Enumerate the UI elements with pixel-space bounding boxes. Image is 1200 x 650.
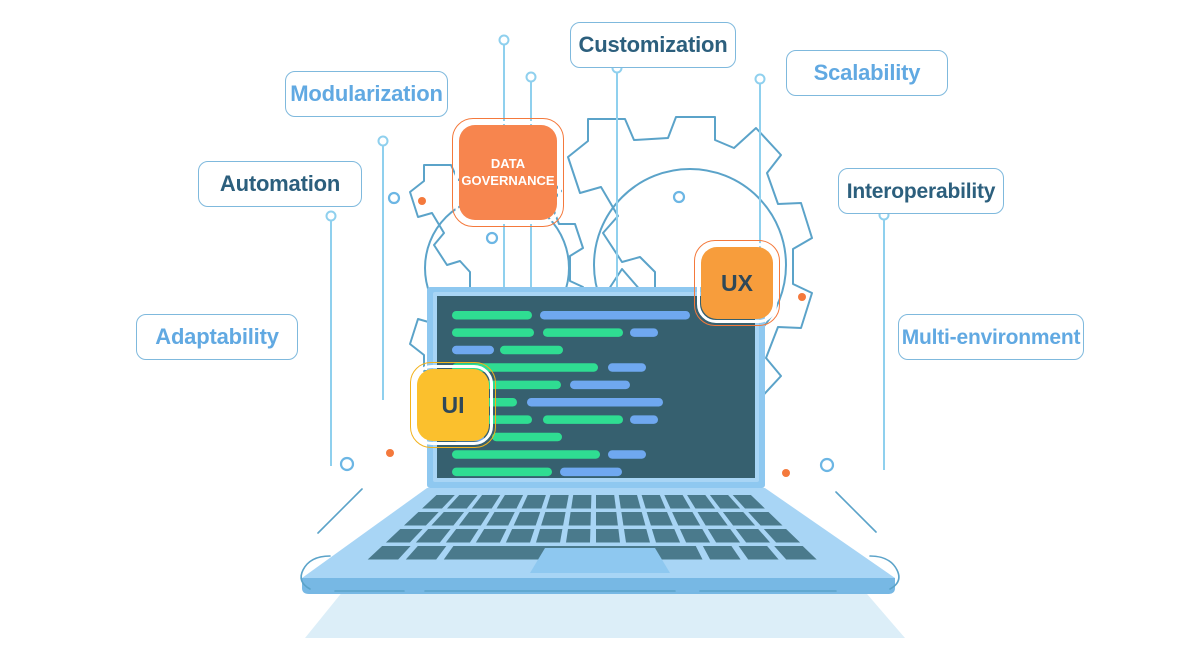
code-line-6-2	[527, 398, 663, 407]
card-label: UX	[721, 269, 753, 296]
keyboard-key	[596, 495, 616, 509]
laptop	[302, 287, 895, 594]
keyboard-key	[624, 529, 650, 543]
card-data-governance[interactable]: DATA GOVERNANCE	[452, 118, 564, 227]
code-line-7-2	[543, 415, 623, 424]
conn-9	[878, 209, 890, 470]
keyboard-key	[566, 529, 591, 543]
label-text: Multi-environment	[901, 325, 1081, 349]
keyboard-key	[596, 512, 618, 526]
keyboard-key	[571, 495, 592, 509]
conn-7	[611, 62, 623, 300]
label-multi-environment[interactable]: Multi-environment	[898, 314, 1084, 360]
dot-4	[672, 190, 686, 204]
code-line-3-2	[500, 345, 563, 355]
label-text: Interoperability	[846, 179, 996, 203]
label-adaptability[interactable]: Adaptability	[136, 314, 298, 360]
label-scalability[interactable]: Scalability	[786, 50, 948, 96]
keyboard-key	[596, 529, 620, 543]
code-line-1-2	[540, 311, 690, 320]
infographic-canvas: Modularization Customization Scalability…	[0, 0, 1200, 650]
code-line-1-1	[452, 311, 532, 320]
label-text: Automation	[219, 171, 341, 196]
label-interoperability[interactable]: Interoperability	[838, 168, 1004, 214]
dot-1	[418, 197, 426, 205]
code-line-5-2	[570, 380, 630, 390]
dot-5	[798, 293, 806, 301]
card-ux[interactable]: UX	[694, 240, 780, 326]
connector-endpoint	[377, 135, 389, 147]
conn-1	[498, 34, 510, 130]
label-text: Adaptability	[155, 324, 279, 349]
connector-endpoint	[754, 73, 766, 85]
label-text: Modularization	[290, 81, 443, 106]
card-label: DATA GOVERNANCE	[461, 156, 554, 189]
code-line-10-2	[560, 467, 622, 477]
keyboard-key	[536, 529, 563, 543]
code-line-2-3	[630, 328, 658, 337]
keyboard-key	[568, 512, 591, 526]
code-line-2-1	[452, 328, 534, 337]
dot-9	[782, 469, 790, 477]
code-line-8-2	[492, 432, 562, 442]
card-label-line2: GOVERNANCE	[461, 172, 555, 188]
label-automation[interactable]: Automation	[198, 161, 362, 207]
keyboard-key	[618, 495, 641, 509]
conn-3	[377, 135, 389, 400]
card-ui[interactable]: UI	[410, 362, 496, 448]
dot-8	[819, 457, 835, 473]
label-text: Customization	[578, 32, 728, 57]
code-line-4-2	[608, 363, 646, 372]
keyboard-key	[621, 512, 646, 526]
card-label: UI	[441, 391, 465, 418]
code-line-7-3	[630, 415, 658, 424]
conn-4	[325, 210, 337, 466]
connector-endpoint	[498, 34, 510, 46]
card-label-line1: DATA	[490, 156, 526, 172]
code-line-2-2	[543, 328, 623, 337]
connector-endpoint	[525, 71, 537, 83]
code-line-9-1	[452, 450, 600, 459]
code-line-3-1	[452, 345, 494, 355]
label-text: Scalability	[813, 60, 921, 85]
code-line-10-1	[452, 467, 552, 477]
dot-3	[485, 231, 499, 245]
connector-endpoint	[325, 210, 337, 222]
keyboard-key	[541, 512, 566, 526]
laptop-trackpad	[530, 548, 670, 573]
label-modularization[interactable]: Modularization	[285, 71, 448, 117]
dot-6	[386, 449, 394, 457]
label-customization[interactable]: Customization	[570, 22, 736, 68]
dot-2	[387, 191, 401, 205]
conn-2	[525, 71, 537, 130]
code-line-9-2	[608, 450, 646, 459]
dot-7	[339, 456, 355, 472]
